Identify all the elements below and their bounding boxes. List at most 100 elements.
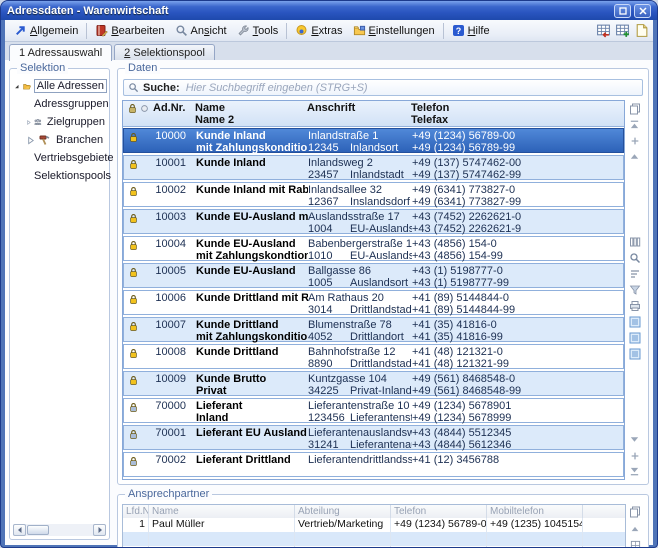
first-row-icon[interactable] (627, 118, 642, 131)
bulb-icon (295, 24, 308, 37)
menu-separator (86, 23, 87, 39)
copy-icon[interactable] (628, 505, 643, 518)
restore-icon[interactable] (614, 4, 631, 18)
menu-item-extras[interactable]: Extras (290, 22, 347, 39)
tree-expander-icon[interactable] (26, 118, 31, 127)
sort-icon[interactable] (627, 268, 642, 281)
scroll-right-button[interactable] (93, 524, 106, 536)
add-row-icon-2[interactable] (627, 449, 642, 462)
menu-separator (286, 23, 287, 39)
contact-column-telefon[interactable]: Telefon (391, 505, 487, 518)
card-view-icon[interactable] (628, 539, 643, 548)
table-row[interactable]: 70001 Lieferant EU Ausland Lieferantenau… (123, 425, 624, 450)
view-list-icon-3[interactable] (627, 348, 642, 361)
title-bar[interactable]: Adressdaten - Warenwirtschaft (1, 1, 657, 20)
tree-expander-icon[interactable] (26, 136, 35, 145)
table-row[interactable]: 70002 Lieferant Drittland Lieferantendri… (123, 452, 624, 477)
copy-icon[interactable] (627, 102, 642, 115)
window-title: Adressdaten - Warenwirtschaft (7, 5, 611, 17)
lock-icon (129, 240, 138, 251)
ansprechpartner-panel-title: Ansprechpartner (125, 488, 212, 500)
column-header-adnr[interactable]: Ad.Nr. (153, 101, 189, 126)
tab-strip: 1 Adressauswahl2 Selektionspool (5, 42, 653, 60)
menu-item-bearbeiten[interactable]: Bearbeiten (90, 22, 169, 39)
table-row[interactable]: 10007 Kunde Drittlandmit Zahlungskonditi… (123, 317, 624, 342)
column-header-telefon[interactable]: Telefon Telefax (411, 101, 624, 126)
menu-item-einstellungen[interactable]: Einstellungen (348, 22, 440, 39)
menu-item-tools[interactable]: Tools (232, 22, 284, 39)
wrench-icon (237, 24, 250, 37)
view-list-icon-1[interactable] (627, 316, 642, 329)
tree-item-vertriebsgebiete[interactable]: Vertriebsgebiete (14, 149, 107, 167)
table-row[interactable]: 10008 Kunde Drittland Bahnhofstraße 1288… (123, 344, 624, 369)
tree-item-label: Vertriebsgebiete (32, 152, 116, 164)
tree-item-label: Selektionspools (32, 170, 113, 182)
add-row-icon[interactable] (627, 134, 642, 147)
new-document-icon[interactable] (634, 23, 649, 38)
table-row[interactable]: 10006 Kunde Drittland mit Rabatt Am Rath… (123, 290, 624, 315)
scrollbar-thumb[interactable] (27, 525, 49, 535)
lock-icon (129, 213, 138, 224)
table-row[interactable]: 10001 Kunde Inland Inlandsweg 223457Inla… (123, 155, 624, 180)
table-row[interactable]: 10002 Kunde Inland mit Rabatt Inlandsall… (123, 182, 624, 207)
tree-expander-open-icon[interactable] (14, 82, 20, 91)
menu-item-label: Einstellungen (369, 25, 435, 37)
menu-item-label: Ansicht (191, 25, 227, 37)
table-row[interactable]: 10000 Kunde Inlandmit Zahlungskondition … (123, 128, 624, 153)
circle-icon (140, 104, 149, 113)
filter-icon[interactable] (627, 284, 642, 297)
lock-icon (129, 375, 138, 386)
view-list-icon-2[interactable] (627, 332, 642, 345)
address-table-header[interactable]: Ad.Nr. Name Name 2 Anschrift Telefon Tel… (123, 101, 624, 127)
print-icon[interactable] (627, 300, 642, 313)
menu-item-ansicht[interactable]: Ansicht (170, 22, 232, 39)
tree-item-alle-adressen[interactable]: Alle Adressen (14, 77, 107, 95)
contact-column-abteilung[interactable]: Abteilung (295, 505, 391, 518)
contact-row-empty[interactable] (123, 532, 625, 546)
search-input[interactable] (184, 81, 638, 95)
column-header-anschrift[interactable]: Anschrift (307, 101, 411, 126)
tree-item-adressgruppen[interactable]: Adressgruppen (14, 95, 107, 113)
menu-item-hilfe[interactable]: Hilfe (447, 22, 495, 39)
folderset-icon (353, 24, 366, 37)
tree-item-branchen[interactable]: Branchen (14, 131, 107, 149)
tree-item-label: Alle Adressen (34, 79, 107, 93)
contact-column-name[interactable]: Name (149, 505, 295, 518)
contact-column-mobiltelefon[interactable]: Mobiltelefon (487, 505, 583, 518)
tab-2-selektionspool[interactable]: 2 Selektionspool (114, 44, 215, 60)
table-row[interactable]: 10004 Kunde EU-Auslandmit Zahlungskondti… (123, 236, 624, 261)
prev-row-icon[interactable] (628, 522, 643, 535)
prev-row-icon[interactable] (627, 150, 642, 163)
table-row[interactable]: 10005 Kunde EU-Ausland Ballgasse 861005A… (123, 263, 624, 288)
horizontal-scrollbar[interactable] (13, 524, 106, 536)
columns-icon[interactable] (627, 236, 642, 249)
contact-column-lfdnr[interactable]: Lfd.Nr. (123, 505, 149, 518)
tab-1-adressauswahl[interactable]: 1 Adressauswahl (9, 44, 112, 61)
contacts-table-header[interactable]: Lfd.Nr. Name Abteilung Telefon Mobiltele… (123, 505, 625, 518)
tree-item-label: Branchen (54, 134, 105, 146)
menu-item-allgemein[interactable]: Allgemein (9, 22, 83, 39)
scroll-left-button[interactable] (13, 524, 26, 536)
selektion-panel: Selektion Alle Adressen Adressgruppen Zi… (9, 68, 110, 540)
close-icon[interactable] (634, 4, 651, 18)
table-import-icon[interactable] (615, 23, 630, 38)
selektion-panel-title: Selektion (17, 62, 68, 74)
daten-panel-title: Daten (125, 62, 160, 74)
contacts-table: Lfd.Nr. Name Abteilung Telefon Mobiltele… (122, 504, 626, 548)
table-export-icon[interactable] (596, 23, 611, 38)
contact-row[interactable]: 1 Paul Müller Vertrieb/Marketing +49 (12… (123, 518, 625, 532)
tree-item-selektionspools[interactable]: Selektionspools (14, 167, 107, 185)
column-header-name[interactable]: Name Name 2 (189, 101, 307, 126)
table-row[interactable]: 10009 Kunde BruttoPrivat Kuntzgasse 1043… (123, 371, 624, 396)
arrow-ne-icon (14, 24, 27, 37)
next-row-icon[interactable] (627, 433, 642, 446)
lock-icon (129, 456, 138, 467)
search-grid-icon[interactable] (627, 252, 642, 265)
table-row[interactable]: 70000 LieferantInland Lieferantenstraße … (123, 398, 624, 423)
menu-bar: Allgemein Bearbeiten Ansicht Tools Extra… (5, 20, 653, 42)
search-bar[interactable]: Suche: (123, 79, 643, 96)
last-row-icon[interactable] (627, 465, 642, 478)
table-row[interactable]: 10003 Kunde EU-Ausland mit Rabatt Auslan… (123, 209, 624, 234)
ansprechpartner-panel: Ansprechpartner Lfd.Nr. Name Abteilung T… (117, 494, 649, 548)
tree-item-zielgruppen[interactable]: Zielgruppen (14, 113, 107, 131)
